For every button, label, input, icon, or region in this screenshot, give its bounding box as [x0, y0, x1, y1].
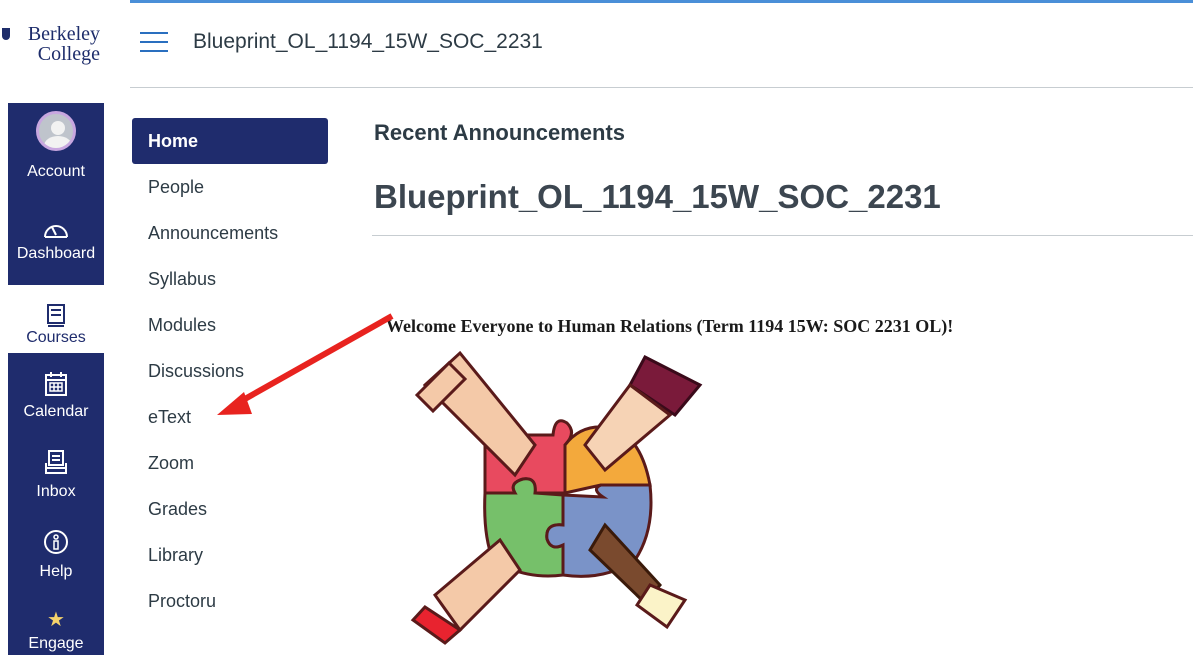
avatar-icon: [36, 111, 76, 151]
course-nav-library[interactable]: Library: [132, 532, 328, 578]
global-nav-help[interactable]: Help: [8, 523, 104, 597]
page-title: Blueprint_OL_1194_15W_SOC_2231: [374, 178, 941, 215]
global-nav-label: Inbox: [36, 483, 76, 500]
course-nav-modules[interactable]: Modules: [132, 302, 328, 348]
logo-line-1: Berkeley: [27, 23, 100, 45]
course-nav-etext[interactable]: eText: [132, 394, 328, 440]
course-nav-discussions[interactable]: Discussions: [132, 348, 328, 394]
global-nav-label: Account: [27, 163, 85, 180]
global-navigation: Berkeley College Account Dashboard Cours…: [0, 0, 130, 655]
shield-icon: [2, 28, 10, 40]
course-nav-home[interactable]: Home: [132, 118, 328, 164]
global-nav-account[interactable]: Account: [8, 103, 104, 183]
course-nav-zoom[interactable]: Zoom: [132, 440, 328, 486]
global-nav-label: Courses: [26, 329, 86, 346]
inbox-icon: [45, 450, 67, 474]
global-nav-label: Calendar: [23, 403, 89, 420]
global-nav-label: Help: [39, 563, 73, 580]
logo-line-2: College: [37, 43, 100, 65]
course-nav-announcements[interactable]: Announcements: [132, 210, 328, 256]
breadcrumb-course-title[interactable]: Blueprint_OL_1194_15W_SOC_2231: [193, 30, 543, 54]
global-nav-label: Dashboard: [16, 245, 96, 262]
info-icon: [44, 530, 68, 554]
global-nav-engage[interactable]: ★ Engage: [8, 603, 104, 655]
global-nav-label: Engage: [28, 635, 84, 652]
header-divider: [130, 87, 1193, 88]
global-nav-rail: Account Dashboard Courses Calendar Inbox…: [8, 103, 104, 655]
puzzle-hands-illustration: [410, 350, 703, 645]
global-nav-courses[interactable]: Courses: [8, 285, 104, 353]
hamburger-menu-icon[interactable]: [140, 30, 168, 54]
book-icon: [47, 304, 65, 327]
global-nav-dashboard[interactable]: Dashboard: [8, 201, 104, 271]
course-nav-proctoru[interactable]: Proctoru: [132, 578, 328, 624]
welcome-message: Welcome Everyone to Human Relations (Ter…: [386, 316, 954, 336]
course-nav-syllabus[interactable]: Syllabus: [132, 256, 328, 302]
window-top-border: [0, 0, 1193, 3]
recent-announcements-heading: Recent Announcements: [374, 120, 626, 145]
global-nav-calendar[interactable]: Calendar: [8, 365, 104, 435]
content-divider: [372, 235, 1193, 236]
star-icon: ★: [47, 609, 65, 631]
calendar-icon: [45, 372, 67, 396]
speedometer-icon: [44, 225, 68, 238]
course-nav-grades[interactable]: Grades: [132, 486, 328, 532]
global-nav-inbox[interactable]: Inbox: [8, 443, 104, 513]
course-nav-people[interactable]: People: [132, 164, 328, 210]
berkeley-college-logo[interactable]: Berkeley College: [0, 8, 108, 88]
